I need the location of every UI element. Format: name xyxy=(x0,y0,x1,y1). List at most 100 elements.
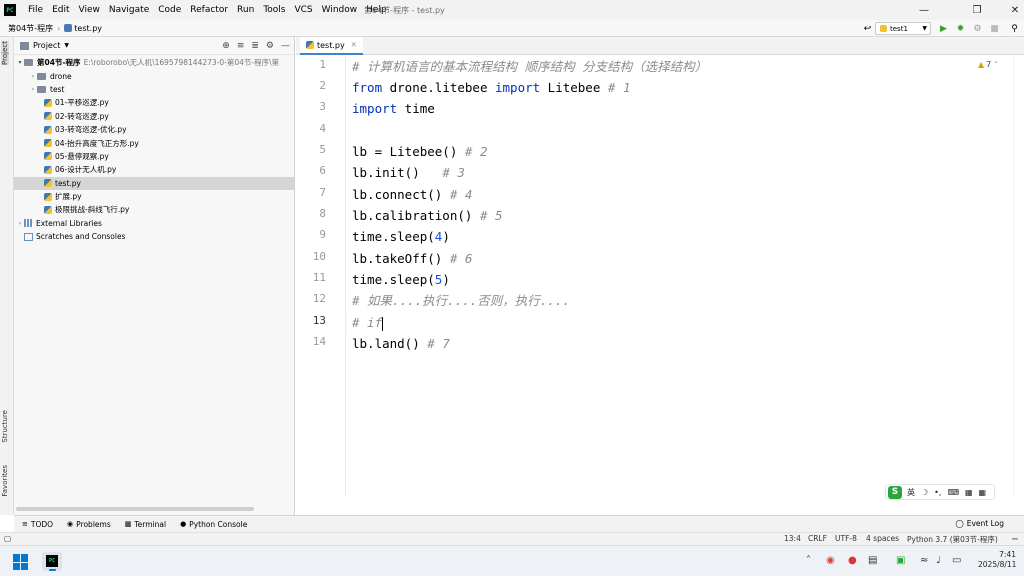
ime-language-toggle[interactable]: 英 xyxy=(907,487,915,498)
close-tab-icon[interactable]: ✕ xyxy=(351,41,357,49)
project-tool-tab[interactable]: Project xyxy=(1,41,9,65)
chevron-down-icon[interactable]: ▼ xyxy=(64,42,69,49)
python-file-icon xyxy=(44,125,52,134)
tree-item-label: External Libraries xyxy=(36,218,102,228)
chevron-down-icon[interactable]: ▾ xyxy=(16,59,24,66)
chrome-icon[interactable]: ◉ xyxy=(826,555,835,566)
tree-file[interactable]: 03-转弯巡逻-优化.py xyxy=(14,123,294,136)
menu-navigate[interactable]: Navigate xyxy=(109,5,149,15)
line-number: 14 xyxy=(312,335,326,348)
coverage-icon[interactable]: ⚙ xyxy=(972,23,983,34)
hide-panel-icon[interactable]: — xyxy=(281,41,290,51)
structure-tool-tab[interactable]: Structure xyxy=(1,410,9,443)
tree-folder-drone[interactable]: › drone xyxy=(14,69,294,82)
tree-folder-test[interactable]: › test xyxy=(14,83,294,96)
tree-file[interactable]: 06-设计无人机.py xyxy=(14,163,294,176)
skin-icon[interactable]: ▦ xyxy=(965,488,973,497)
debug-icon[interactable]: ✹ xyxy=(955,23,966,34)
gear-icon[interactable]: ⚙ xyxy=(266,41,274,51)
wifi-icon[interactable]: ≈ xyxy=(920,555,928,566)
microphone-icon[interactable]: ● xyxy=(848,555,857,566)
tree-root[interactable]: ▾ 第04节-程序 E:\roborobo\无人机\1695798144273-… xyxy=(14,56,294,69)
list-icon: ≡ xyxy=(22,520,28,528)
inspection-widget[interactable]: ▲ 7 ˄ xyxy=(978,60,998,69)
pycharm-taskbar-button[interactable]: PC xyxy=(42,552,62,571)
sogou-tray-icon[interactable]: ▣ xyxy=(896,555,905,566)
event-log-tab[interactable]: ◯ Event Log xyxy=(955,519,1004,528)
search-everywhere-icon[interactable]: ⚲ xyxy=(1009,23,1020,34)
close-icon[interactable]: ✕ xyxy=(995,0,1024,20)
tree-file[interactable]: 01-平移巡逻.py xyxy=(14,96,294,109)
battery-icon[interactable]: ▭ xyxy=(952,555,961,566)
chevron-up-icon[interactable]: ˄ xyxy=(806,555,811,566)
speaker-icon[interactable]: ♩ xyxy=(936,555,941,566)
problems-tab[interactable]: ◉ Problems xyxy=(67,520,111,529)
tree-file[interactable]: 扩展.py xyxy=(14,190,294,203)
menu-refactor[interactable]: Refactor xyxy=(190,5,228,15)
sogou-logo-icon[interactable]: S xyxy=(888,485,902,499)
indent-setting[interactable]: 4 spaces xyxy=(866,534,899,543)
file-encoding[interactable]: UTF-8 xyxy=(835,534,857,543)
editor-vertical-scrollbar[interactable] xyxy=(1013,56,1024,496)
pycharm-icon: PC xyxy=(46,555,58,567)
menu-file[interactable]: File xyxy=(28,5,43,15)
clock-time: 7:41 xyxy=(999,550,1016,559)
chevron-right-icon[interactable]: › xyxy=(29,86,37,93)
tree-file[interactable]: 极限挑战-斜线飞行.py xyxy=(14,203,294,216)
tool-window-toggle-icon[interactable]: ▢ xyxy=(4,534,11,543)
menu-code[interactable]: Code xyxy=(158,5,181,15)
folder-icon xyxy=(37,85,46,93)
run-icon[interactable]: ▶ xyxy=(938,23,949,34)
run-config-select[interactable]: test1 ▼ xyxy=(875,22,931,35)
maximize-icon[interactable]: ❐ xyxy=(957,0,997,20)
keyboard-icon[interactable]: ⌨ xyxy=(947,488,959,497)
menu-tools[interactable]: Tools xyxy=(263,5,285,15)
tree-file-selected[interactable]: test.py xyxy=(14,176,294,190)
menu-view[interactable]: View xyxy=(79,5,100,15)
chevron-up-icon[interactable]: ˄ xyxy=(994,61,998,69)
back-arrow-icon[interactable]: ↩ xyxy=(862,23,873,34)
python-file-icon xyxy=(64,24,73,32)
lock-icon[interactable]: ⎓ xyxy=(1012,534,1018,544)
horizontal-scrollbar[interactable] xyxy=(16,507,254,511)
menu-edit[interactable]: Edit xyxy=(52,5,69,15)
chevron-right-icon[interactable]: › xyxy=(16,220,24,227)
project-panel-title[interactable]: Project xyxy=(33,41,60,50)
minimize-icon[interactable]: — xyxy=(904,0,944,20)
tree-external-libraries[interactable]: › External Libraries xyxy=(14,217,294,230)
tray-app-icon[interactable]: ▤ xyxy=(868,555,877,566)
expand-all-icon[interactable]: ≡ xyxy=(237,41,245,51)
collapse-all-icon[interactable]: ≣ xyxy=(251,41,259,51)
code-line-2: from drone.litebee import Litebee # 1 xyxy=(352,80,631,95)
tree-file[interactable]: 02-转弯巡逻.py xyxy=(14,110,294,123)
code-editor[interactable]: # 计算机语言的基本流程结构 顺序结构 分支结构（选择结构） from dron… xyxy=(347,56,1012,496)
system-clock[interactable]: 7:41 2025/8/11 xyxy=(978,550,1016,570)
locate-icon[interactable]: ⊕ xyxy=(222,41,230,51)
python-interpreter[interactable]: Python 3.7 (第03节-程序) xyxy=(907,534,998,545)
tree-file[interactable]: 04-抬升高度飞正方形.py xyxy=(14,136,294,149)
stop-icon[interactable]: ■ xyxy=(989,23,1000,34)
todo-tab[interactable]: ≡ TODO xyxy=(22,520,53,529)
folder-icon xyxy=(24,59,33,67)
terminal-tab[interactable]: ▩ Terminal xyxy=(125,520,166,529)
line-separator[interactable]: CRLF xyxy=(808,534,827,543)
breadcrumb-project[interactable]: 第04节-程序 xyxy=(8,23,53,34)
menu-vcs[interactable]: VCS xyxy=(294,5,312,15)
python-console-tab[interactable]: ● Python Console xyxy=(180,520,247,529)
menu-run[interactable]: Run xyxy=(237,5,254,15)
menu-window[interactable]: Window xyxy=(322,5,358,15)
punctuation-icon[interactable]: •, xyxy=(934,488,941,497)
code-line-12: # 如果....执行....否则，执行.... xyxy=(352,293,570,308)
tab-test-py[interactable]: test.py ✕ xyxy=(300,37,363,55)
favorites-tool-tab[interactable]: Favorites xyxy=(1,465,9,497)
caret-position[interactable]: 13:4 xyxy=(784,534,801,543)
toolbox-icon[interactable]: ▦ xyxy=(979,488,987,497)
tree-scratches[interactable]: Scratches and Consoles xyxy=(14,230,294,243)
breadcrumb-file[interactable]: test.py xyxy=(74,24,102,33)
python-file-icon xyxy=(44,98,52,107)
moon-icon[interactable]: ☽ xyxy=(921,488,928,497)
windows-start-icon[interactable] xyxy=(13,554,29,570)
tree-file[interactable]: 05-悬停观察.py xyxy=(14,150,294,163)
chevron-right-icon[interactable]: › xyxy=(29,73,37,80)
